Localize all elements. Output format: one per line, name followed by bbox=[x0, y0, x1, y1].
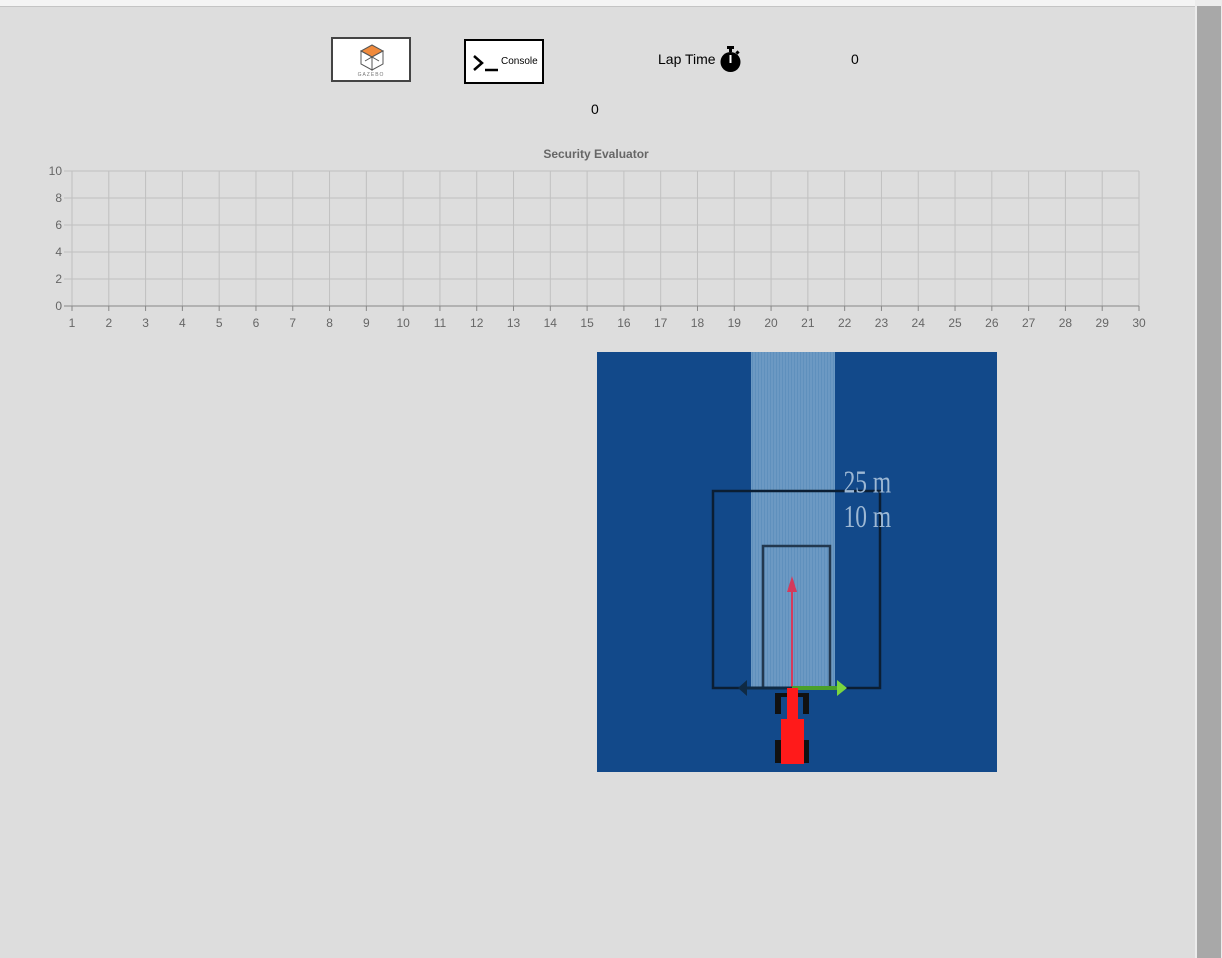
gazebo-logo-text: GAZEBO bbox=[357, 72, 385, 78]
x-tick-label: 6 bbox=[253, 316, 260, 330]
x-tick-label: 23 bbox=[875, 316, 889, 330]
x-tick-label: 4 bbox=[179, 316, 186, 330]
label-25m: 25 m bbox=[844, 464, 892, 499]
stopwatch-icon bbox=[720, 46, 741, 72]
x-tick-label: 1 bbox=[69, 316, 76, 330]
x-tick-label: 16 bbox=[617, 316, 631, 330]
x-tick-label: 20 bbox=[764, 316, 778, 330]
x-tick-label: 2 bbox=[105, 316, 112, 330]
y-tick-label: 8 bbox=[55, 191, 62, 205]
x-tick-label: 3 bbox=[142, 316, 149, 330]
x-tick-label: 14 bbox=[544, 316, 558, 330]
x-tick-label: 22 bbox=[838, 316, 852, 330]
x-tick-label: 26 bbox=[985, 316, 999, 330]
security-evaluator-value: 0 bbox=[591, 101, 599, 117]
lap-time-value: 0 bbox=[851, 51, 859, 67]
gazebo-button[interactable]: GAZEBO bbox=[331, 37, 411, 82]
chart-title: Security Evaluator bbox=[543, 147, 649, 161]
gazebo-icon bbox=[359, 44, 385, 71]
x-tick-label: 18 bbox=[691, 316, 705, 330]
x-tick-label: 21 bbox=[801, 316, 815, 330]
terminal-icon bbox=[473, 55, 498, 72]
x-tick-label: 30 bbox=[1132, 316, 1146, 330]
x-tick-label: 27 bbox=[1022, 316, 1036, 330]
security-evaluator-chart: Security Evaluator 1 2 3 4 5 6 7 8 9 10 11 12 13 14 15… bbox=[49, 147, 1146, 330]
x-tick-label: 13 bbox=[507, 316, 521, 330]
x-tick-label: 19 bbox=[728, 316, 742, 330]
x-tick-label: 5 bbox=[216, 316, 223, 330]
x-tick-label: 17 bbox=[654, 316, 668, 330]
y-tick-label: 10 bbox=[49, 164, 63, 178]
console-button[interactable]: Console bbox=[464, 39, 544, 84]
console-button-label: Console bbox=[501, 56, 538, 67]
x-tick-label: 25 bbox=[948, 316, 962, 330]
x-tick-label: 10 bbox=[396, 316, 410, 330]
laser-visualization: 25 m 10 m bbox=[597, 352, 997, 772]
x-tick-label: 11 bbox=[434, 316, 447, 330]
y-tick-label: 4 bbox=[55, 245, 62, 259]
x-tick-label: 7 bbox=[289, 316, 296, 330]
y-tick-label: 6 bbox=[55, 218, 62, 232]
x-tick-label: 28 bbox=[1059, 316, 1073, 330]
scrollbar-thumb[interactable] bbox=[1197, 6, 1221, 958]
lap-time-label: Lap Time bbox=[658, 51, 716, 67]
x-tick-label: 8 bbox=[326, 316, 333, 330]
x-tick-label: 9 bbox=[363, 316, 370, 330]
x-tick-label: 29 bbox=[1096, 316, 1110, 330]
y-tick-label: 0 bbox=[55, 299, 62, 313]
y-tick-label: 2 bbox=[55, 272, 62, 286]
label-10m: 10 m bbox=[844, 499, 892, 534]
browser-top-bar bbox=[0, 0, 1195, 7]
x-tick-label: 15 bbox=[580, 316, 594, 330]
x-tick-label: 24 bbox=[912, 316, 926, 330]
x-tick-label: 12 bbox=[470, 316, 484, 330]
